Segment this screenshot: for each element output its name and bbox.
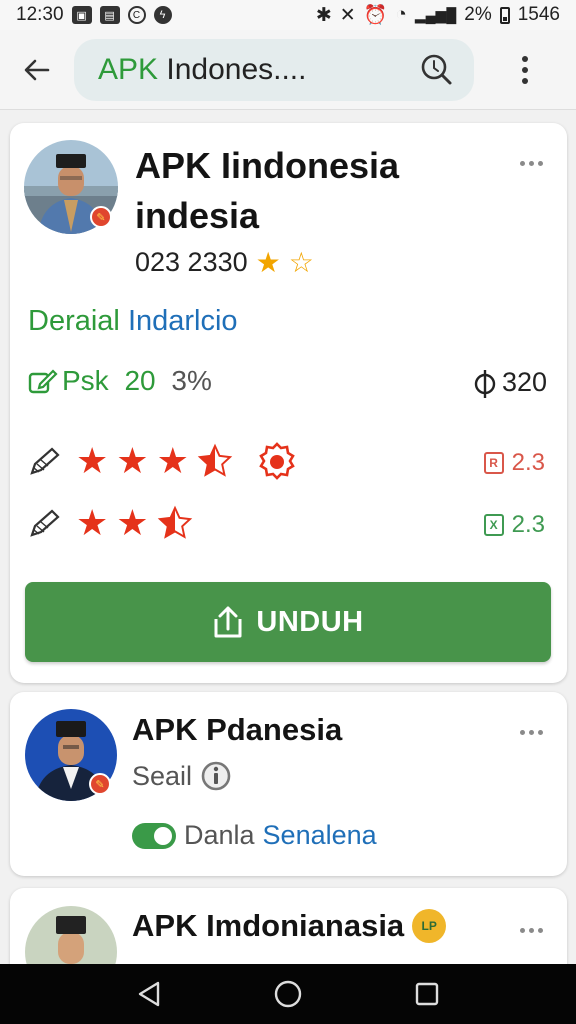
more-vert-icon xyxy=(522,55,528,84)
alarm-icon: ⏰ xyxy=(363,5,388,26)
top-app-bar: APK Indones.... xyxy=(0,30,576,110)
nav-back-button[interactable] xyxy=(119,964,179,1024)
star-filled-icon: ★ xyxy=(116,502,149,543)
app-card-2[interactable]: ✎ APK Pdanesia Seail Danla Senalena xyxy=(10,692,567,876)
toggle-switch[interactable] xyxy=(132,822,176,849)
star-filled-icon: ★ xyxy=(255,246,281,278)
app-title[interactable]: APK Iindonesia indesia xyxy=(135,141,399,241)
signal-icon: ▂▄▆█ xyxy=(414,6,457,23)
app-title-row[interactable]: APK Imdonianasia LP xyxy=(132,908,447,944)
pencil-icon xyxy=(30,509,60,537)
nav-recents-button[interactable] xyxy=(397,964,457,1024)
bluetooth-icon: ✱ xyxy=(315,4,332,26)
toggle-row[interactable]: Danla Senalena xyxy=(132,820,377,851)
notification-icon: ▣ xyxy=(71,6,92,24)
search-bar[interactable]: APK Indones.... xyxy=(74,38,474,101)
star-filled-icon: ★ xyxy=(76,440,109,481)
avatar: ✎ xyxy=(24,140,118,234)
subtitle-row: Seail xyxy=(132,760,232,792)
pencil-icon xyxy=(30,447,60,475)
recents-square-icon xyxy=(415,982,438,1006)
detail-link[interactable]: Deraial Indarlcio xyxy=(28,305,238,338)
messenger-icon: ϟ xyxy=(153,6,172,24)
download-button[interactable]: UNDUH xyxy=(25,582,551,662)
star-filled-icon: ★ xyxy=(156,440,189,481)
app-card-1[interactable]: ✎ APK Iindonesia indesia 023 2330 ★ ☆ De… xyxy=(10,123,567,683)
status-clock: 1546 xyxy=(517,4,560,25)
nav-home-button[interactable] xyxy=(258,964,318,1024)
info-icon[interactable] xyxy=(200,760,232,792)
sync-icon: C xyxy=(127,6,146,24)
download-label: UNDUH xyxy=(256,605,364,638)
app-title[interactable]: APK Pdanesia xyxy=(132,712,342,748)
star-half-icon xyxy=(197,443,233,477)
star-half-icon xyxy=(157,505,192,539)
star-filled-icon: ★ xyxy=(76,502,109,543)
phi-icon xyxy=(474,369,496,398)
status-bar: 12:30 ▣ ▤ C ϟ ✱ ✕ ⏰ ◔ ▂▄▆█ 2% 1546 xyxy=(0,0,576,30)
gallery-icon: ▤ xyxy=(99,6,120,24)
rating-value-1: R 2.3 xyxy=(483,449,545,477)
card-menu-button[interactable] xyxy=(520,161,543,166)
checkbox-icon: X xyxy=(483,514,504,536)
edit-icon xyxy=(28,369,58,394)
psk-row: Psk 20 3% xyxy=(28,365,212,397)
rating-value-2: X 2.3 xyxy=(483,511,545,539)
back-button[interactable] xyxy=(0,30,74,110)
home-circle-icon xyxy=(274,980,302,1008)
battery-icon xyxy=(499,6,510,24)
back-arrow-icon xyxy=(24,59,50,80)
system-nav-bar xyxy=(0,964,576,1024)
card-menu-button[interactable] xyxy=(520,730,543,735)
app-badge-icon: LP xyxy=(412,909,447,943)
verified-badge-icon: ✎ xyxy=(90,206,112,228)
mute-icon: ✕ xyxy=(339,4,356,26)
triangle-back-icon xyxy=(139,981,160,1007)
report-icon: R xyxy=(483,452,504,474)
battery-percent: 2% xyxy=(464,4,492,25)
app-code-row: 023 2330 ★ ☆ xyxy=(135,247,314,278)
rating-row-1: ★ ★ ★ xyxy=(28,441,297,481)
status-time: 12:30 xyxy=(16,4,64,25)
search-query[interactable]: APK Indones.... xyxy=(98,53,306,87)
overflow-menu-button[interactable] xyxy=(474,30,576,110)
verified-badge-icon: ✎ xyxy=(89,773,111,795)
rating-row-2: ★ ★ xyxy=(28,505,193,541)
settings-badge-icon[interactable] xyxy=(257,441,297,481)
avatar: ✎ xyxy=(25,709,117,801)
card-menu-button[interactable] xyxy=(520,928,543,933)
download-count: 320 xyxy=(474,367,547,398)
star-outline-icon: ☆ xyxy=(288,246,314,278)
wifi-icon: ◔ xyxy=(395,4,407,25)
upload-icon xyxy=(214,606,242,638)
search-icon[interactable] xyxy=(418,52,454,88)
app-code: 023 2330 xyxy=(135,247,248,277)
star-filled-icon: ★ xyxy=(116,440,149,481)
